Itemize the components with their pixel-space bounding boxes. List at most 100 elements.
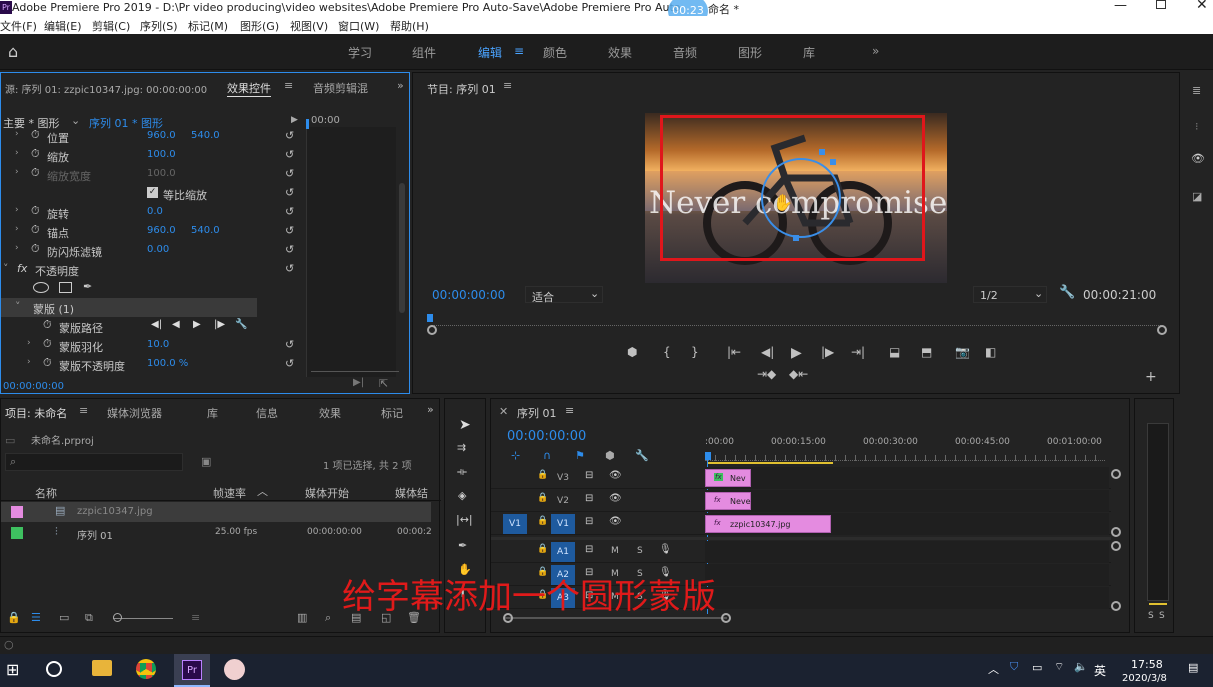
disclosure-icon[interactable]: › <box>15 243 19 253</box>
project-tab-5[interactable]: 标记 <box>381 405 403 421</box>
sync-lock-icon[interactable]: ⊟ <box>585 544 593 555</box>
menu-item-6[interactable]: 视图(V) <box>290 18 328 34</box>
disclosure-icon[interactable]: › <box>15 148 19 158</box>
effect-row-value[interactable]: 0.00 <box>147 244 169 255</box>
tab-menu-icon[interactable]: ≡ <box>284 79 293 92</box>
stopwatch-icon[interactable]: ⏱ <box>43 337 52 351</box>
stopwatch-icon[interactable]: ⏱ <box>31 204 40 218</box>
effect-row-value[interactable]: 100.0 <box>147 149 176 160</box>
project-item-row[interactable]: ▤ zzpic10347.jpg <box>1 502 431 522</box>
list-icon[interactable]: ≣ <box>1192 84 1201 97</box>
disclosure-icon[interactable]: ˅ <box>15 300 21 313</box>
play-icon[interactable]: ▶ <box>791 345 802 361</box>
workspace-overflow-icon[interactable]: » <box>872 44 879 58</box>
lock-icon[interactable]: 🔒 <box>537 493 548 503</box>
menu-item-3[interactable]: 序列(S) <box>140 18 178 34</box>
program-scrubber[interactable] <box>431 325 1161 333</box>
chevron-down-icon[interactable]: ⌄ <box>71 114 80 127</box>
wrench-icon[interactable]: 🔧 <box>1059 285 1075 300</box>
tab-effect-controls[interactable]: 效果控件 <box>227 80 271 97</box>
eye-icon[interactable]: 👁 <box>609 516 622 527</box>
sort-icon[interactable]: ≡ <box>191 611 200 624</box>
chrome-icon[interactable] <box>136 659 156 679</box>
add-marker-icon[interactable]: ⬢ <box>627 345 637 359</box>
clock-time[interactable]: 17:58 <box>1131 658 1163 671</box>
zoom-handle[interactable] <box>1111 541 1121 551</box>
app-icon-round[interactable] <box>224 659 245 680</box>
mask-property-value[interactable]: 10.0 <box>147 339 169 350</box>
timeline-menu-icon[interactable]: ≡ <box>565 404 574 417</box>
disclosure-icon[interactable]: › <box>15 167 19 177</box>
mask-property-row[interactable]: › ⏱ 蒙版不透明度 100.0 % ↺ <box>1 355 306 374</box>
zoom-slider-handle[interactable] <box>113 613 122 622</box>
step-forward-icon[interactable]: ▶ <box>193 319 201 330</box>
workspace-tab-0[interactable]: 学习 <box>348 44 372 61</box>
new-bin-icon[interactable]: ▣ <box>201 455 211 468</box>
workspace-menu-icon[interactable]: ≡ <box>514 44 524 58</box>
workspace-tab-5[interactable]: 音频 <box>673 44 697 61</box>
effect-row-value-2[interactable]: 540.0 <box>191 225 220 236</box>
stopwatch-icon[interactable]: ⏱ <box>31 147 40 161</box>
effect-row[interactable]: › ⏱ 锚点 960.0 540.0 ↺ <box>1 222 306 241</box>
mask-property-value[interactable]: 100.0 % <box>147 358 188 369</box>
lock-icon[interactable]: 🔒 <box>7 611 21 624</box>
label-color-swatch[interactable] <box>11 527 23 539</box>
play-triangle-icon[interactable]: ▶ <box>291 115 298 125</box>
lock-icon[interactable]: 🔒 <box>537 516 548 526</box>
workspace-tab-6[interactable]: 图形 <box>738 44 762 61</box>
mute-button[interactable]: M <box>611 546 619 556</box>
menu-item-5[interactable]: 图形(G) <box>240 18 279 34</box>
microphone-icon[interactable]: 🎙 <box>659 544 672 555</box>
track-row-A1[interactable]: 🔒 A1 ⊟ M S 🎙 <box>491 541 1111 563</box>
close-button[interactable]: ✕ <box>1196 0 1208 13</box>
go-to-in-icon[interactable]: |⇤ <box>727 345 741 359</box>
sort-asc-icon[interactable]: ︿ <box>257 483 268 499</box>
ellipse-mask-icon[interactable] <box>33 282 49 293</box>
scrub-end-handle[interactable] <box>1157 325 1167 335</box>
zoom-handle[interactable] <box>1111 527 1121 537</box>
menu-item-7[interactable]: 窗口(W) <box>338 18 379 34</box>
effect-row[interactable]: › ⏱ 缩放 100.0 ↺ <box>1 146 306 165</box>
marker-icon[interactable]: ⬢ <box>605 449 615 462</box>
step-back-icon[interactable]: ◀ <box>172 319 180 330</box>
column-header-media-start[interactable]: 媒体开始 <box>305 485 349 501</box>
effect-row-value[interactable]: 0.0 <box>147 206 163 217</box>
reset-icon[interactable]: ↺ <box>285 262 294 275</box>
menu-item-8[interactable]: 帮助(H) <box>390 18 429 34</box>
track-target-V3[interactable]: V3 <box>551 468 575 488</box>
search-circle-icon[interactable] <box>46 661 62 677</box>
reset-icon[interactable]: ↺ <box>285 205 294 218</box>
automate-icon[interactable]: ▥ <box>297 611 307 624</box>
selection-tool-icon[interactable]: ➤ <box>459 417 471 433</box>
sync-lock-icon[interactable]: ⊟ <box>585 516 593 527</box>
go-to-out-icon[interactable]: ⇥| <box>851 345 865 359</box>
disclosure-icon[interactable]: ˅ <box>3 262 9 275</box>
panel-overflow-icon[interactable]: » <box>427 403 434 416</box>
source-patch[interactable]: V1 <box>503 514 527 534</box>
reset-icon[interactable]: ↺ <box>285 224 294 237</box>
sync-lock-icon[interactable]: ⊟ <box>585 470 593 481</box>
reset-icon[interactable]: ↺ <box>285 338 294 351</box>
compare-view-icon[interactable]: ◧ <box>985 345 996 359</box>
pen-tool-icon[interactable]: ✒ <box>458 539 467 552</box>
overwrite-icon[interactable]: ◆⇤ <box>789 367 808 381</box>
minimize-button[interactable]: — <box>1114 0 1127 13</box>
ime-indicator[interactable]: 英 <box>1094 662 1106 679</box>
tab-audio-mixer[interactable]: 音频剪辑混 <box>313 80 368 96</box>
tray-chevron-icon[interactable]: ︿ <box>988 661 999 677</box>
insert-icon[interactable]: ⇥◆ <box>757 367 776 381</box>
stopwatch-icon[interactable]: ⏱ <box>31 242 40 256</box>
find-icon[interactable]: ⌕ <box>325 611 331 625</box>
timeline-clip[interactable]: fx zzpic10347.jpg <box>705 515 831 533</box>
track-target-A1[interactable]: A1 <box>551 542 575 562</box>
lift-icon[interactable]: ⬓ <box>889 345 900 359</box>
file-explorer-icon[interactable] <box>92 660 112 676</box>
track-target-V2[interactable]: V2 <box>551 491 575 511</box>
step-forward-icon[interactable]: |▶ <box>821 345 834 359</box>
timeline-timecode[interactable]: 00:00:00:00 <box>507 429 586 444</box>
track-target-V1[interactable]: V1 <box>551 514 575 534</box>
timeline-clip[interactable]: fx Nev <box>705 469 751 487</box>
add-marker-icon[interactable]: ⚑ <box>575 449 585 462</box>
effect-row-value[interactable]: 960.0 <box>147 225 176 236</box>
mark-out-icon[interactable]: } <box>691 345 699 359</box>
